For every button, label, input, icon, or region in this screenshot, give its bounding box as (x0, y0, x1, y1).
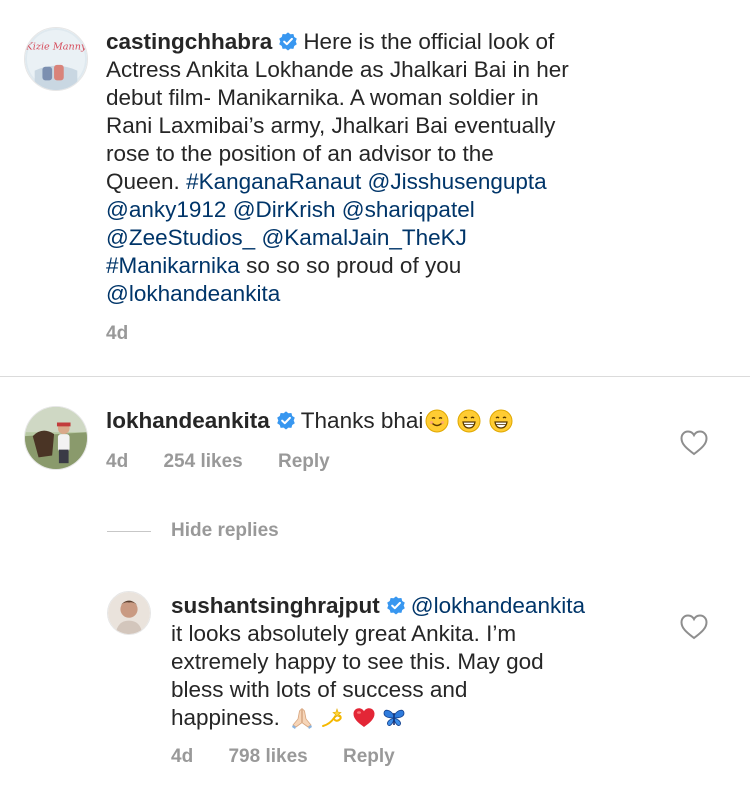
caption-username[interactable]: castingchhabra (106, 29, 272, 54)
verified-badge-icon (277, 31, 299, 53)
comment-username-lokhandeankita[interactable]: lokhandeankita (106, 408, 270, 433)
butterfly-icon (382, 706, 406, 730)
post-caption: Kizie Manny castingchhabra Here is the of… (0, 0, 750, 377)
caption-line-4: Rani Laxmibai’s army, Jhalkari Bai event… (106, 113, 556, 138)
caption-meta: 4d (106, 323, 158, 345)
lokhandeankita-photo (25, 407, 87, 469)
reply-button[interactable]: Reply (278, 451, 330, 472)
smiling-face-icon (425, 409, 449, 433)
caption-line-5: rose to the position of an advisor to th… (106, 141, 494, 166)
like-heart-icon[interactable] (680, 430, 708, 456)
caption-line-1: Here is the official look of (303, 29, 555, 54)
reply-line-3: bless with lots of success and (171, 677, 468, 702)
mention-kamaljain[interactable]: @KamalJain_TheKJ (261, 225, 466, 250)
mention-dirkrish[interactable]: @DirKrish (233, 197, 336, 222)
comment-lokhandeankita: lokhandeankita Thanks bhai (106, 407, 666, 435)
verified-badge-icon (385, 595, 407, 617)
caption-line-6: Queen. (106, 169, 180, 194)
caption-line-2: Actress Ankita Lokhande as Jhalkari Bai … (106, 57, 569, 82)
comment-timestamp: 4d (106, 451, 129, 472)
reply-button[interactable]: Reply (343, 746, 395, 767)
comments-page: Kizie Manny castingchhabra Here is the of… (0, 0, 750, 792)
grinning-face-icon (457, 409, 481, 433)
reply-line-4: happiness. (171, 705, 280, 730)
castingchhabra-logo-icon: Kizie Manny (25, 28, 87, 90)
avatar-castingchhabra[interactable]: Kizie Manny (24, 27, 88, 91)
mention-zeestudios[interactable]: @ZeeStudios_ (106, 225, 255, 250)
comment-text: Thanks bhai (300, 408, 424, 433)
reply-username-sushantsinghrajput[interactable]: sushantsinghrajput (171, 593, 380, 618)
hide-replies-line (107, 530, 151, 532)
caption-tail: so so so proud of you (246, 253, 462, 278)
folded-hands-icon (290, 706, 314, 730)
mention-shariqpatel[interactable]: @shariqpatel (342, 197, 475, 222)
grinning-face-icon (489, 409, 513, 433)
avatar-lokhandeankita[interactable] (24, 406, 88, 470)
reply-line-1: it looks absolutely great Ankita. I’m (171, 621, 517, 646)
caption-text: castingchhabra Here is the official look … (106, 28, 686, 308)
comment-likes-count[interactable]: 254 likes (163, 451, 242, 472)
mention-anky1912[interactable]: @anky1912 (106, 197, 226, 222)
caption-line-3: debut film- Manikarnika. A woman soldier… (106, 85, 539, 110)
reply-meta-sushantsinghrajput: 4d 798 likes Reply (171, 746, 425, 768)
reply-likes-count[interactable]: 798 likes (228, 746, 307, 767)
avatar-logo-text: Kizie Manny (25, 41, 87, 52)
mention-lokhandeankita[interactable]: @lokhandeankita (106, 281, 280, 306)
reply-sushantsinghrajput: sushantsinghrajput @lokhandeankita it loo… (171, 592, 661, 732)
comment-meta-lokhandeankita: 4d 254 likes Reply (106, 451, 360, 473)
mention-lokhandeankita[interactable]: @lokhandeankita (411, 593, 585, 618)
like-heart-icon[interactable] (680, 614, 708, 640)
reply-timestamp: 4d (171, 746, 194, 767)
sushantsinghrajput-photo (108, 592, 150, 634)
hashtag-manikarnika[interactable]: #Manikarnika (106, 253, 240, 278)
hide-replies-toggle[interactable]: Hide replies (107, 518, 279, 544)
caption-timestamp: 4d (106, 323, 129, 344)
hashtag-kanganaranaut[interactable]: #KanganaRanaut (186, 169, 361, 194)
avatar-sushantsinghrajput[interactable] (107, 591, 151, 635)
hide-replies-label: Hide replies (171, 520, 279, 541)
mention-jisshusengupta[interactable]: @Jisshusengupta (368, 169, 547, 194)
dizzy-icon (320, 706, 344, 730)
verified-badge-icon (275, 410, 297, 432)
reply-line-2: extremely happy to see this. May god (171, 649, 544, 674)
red-heart-icon (352, 706, 376, 730)
